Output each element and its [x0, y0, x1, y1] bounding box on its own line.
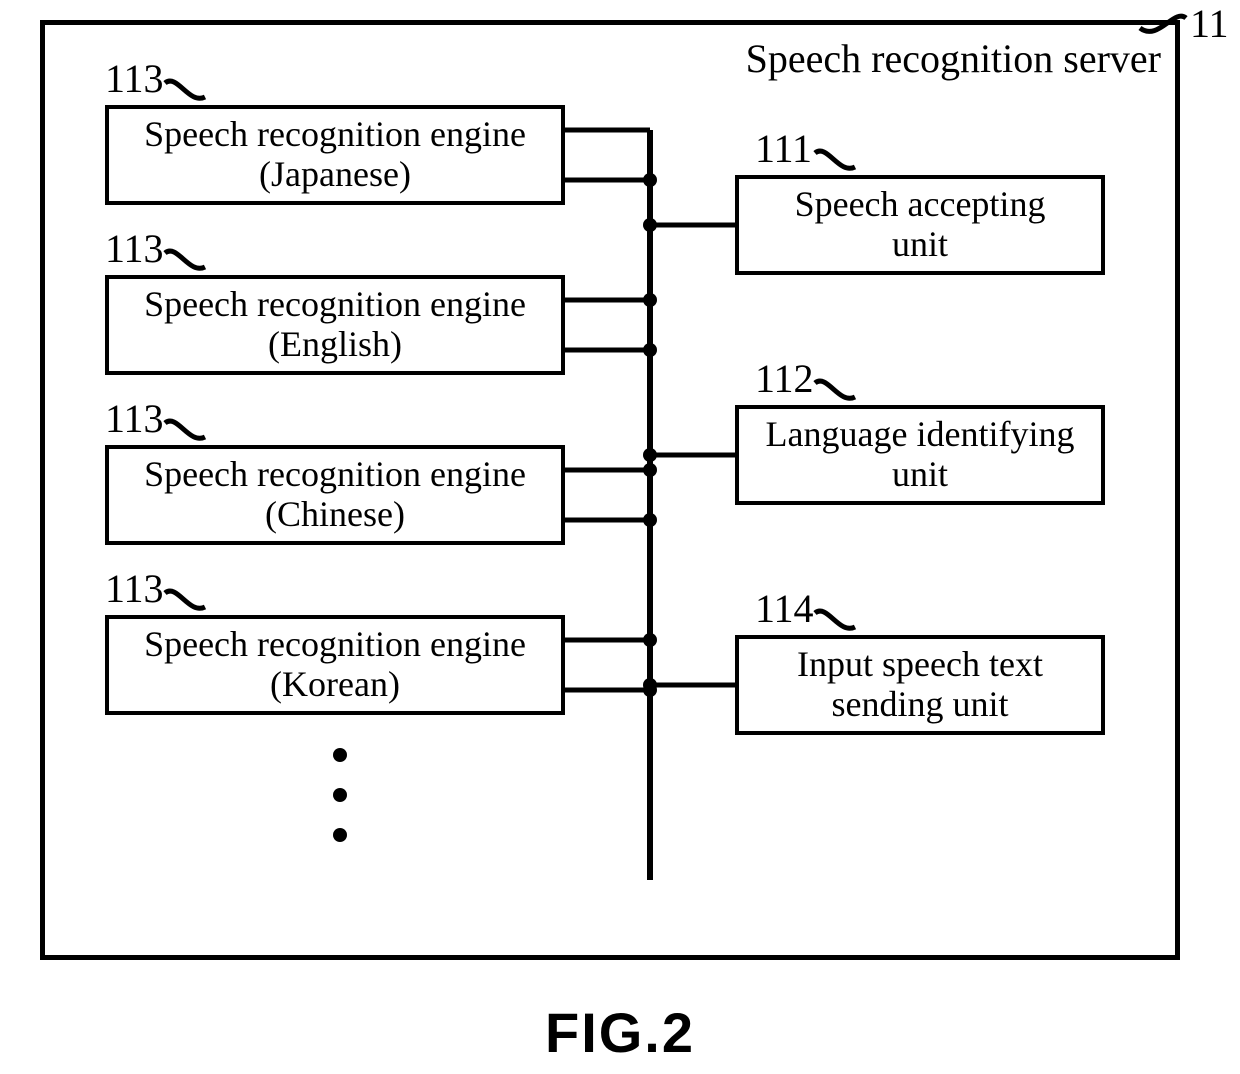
wiring: [0, 0, 1240, 960]
figure-caption: FIG.2: [0, 1000, 1240, 1065]
